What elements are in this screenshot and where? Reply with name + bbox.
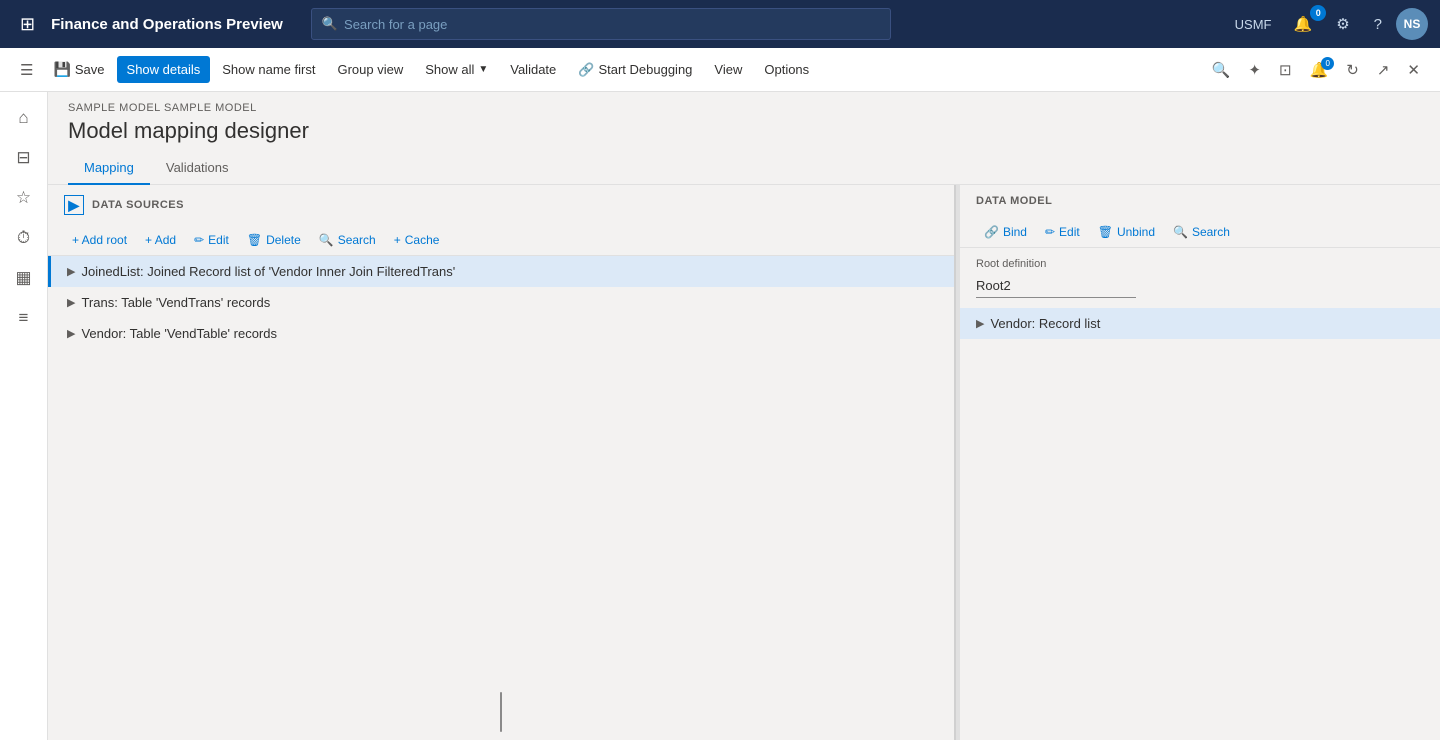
chevron-right-icon: ▶ bbox=[67, 265, 75, 278]
validate-button[interactable]: Validate bbox=[500, 56, 566, 83]
ds-search-button[interactable]: 🔍 Search bbox=[311, 229, 384, 251]
dm-item-vendor-recordlist[interactable]: ▶ Vendor: Record list bbox=[960, 308, 1440, 339]
datasources-list: ▶ JoinedList: Joined Record list of 'Ven… bbox=[48, 256, 954, 684]
help-button[interactable]: ? bbox=[1364, 10, 1392, 39]
two-panel: ▶ DATA SOURCES + Add root + Add ✏ Edit bbox=[48, 185, 1440, 740]
tab-validations[interactable]: Validations bbox=[150, 152, 245, 185]
search-input[interactable] bbox=[344, 17, 880, 32]
resize-handle[interactable] bbox=[48, 684, 954, 740]
collapse-nav-button[interactable]: ☰ bbox=[12, 55, 41, 85]
group-view-button[interactable]: Group view bbox=[327, 56, 413, 83]
save-button[interactable]: 💾 Save bbox=[43, 55, 114, 84]
tabs-container: Mapping Validations bbox=[48, 144, 1440, 185]
view-button[interactable]: View bbox=[704, 56, 752, 83]
close-button[interactable]: ✕ bbox=[1399, 55, 1428, 85]
sidebar-item-home[interactable]: ⌂ bbox=[6, 100, 42, 136]
unbind-button[interactable]: 🗑 Unbind bbox=[1090, 221, 1163, 243]
notification-bar-button[interactable]: 🔔 0 bbox=[1302, 55, 1337, 85]
ds-item-vendor[interactable]: ▶ Vendor: Table 'VendTable' records bbox=[48, 318, 954, 349]
content-area: SAMPLE MODEL SAMPLE MODEL Model mapping … bbox=[48, 92, 1440, 740]
top-bar: ⊞ Finance and Operations Preview 🔍 USMF … bbox=[0, 0, 1440, 48]
edit-button[interactable]: ✏ Edit bbox=[186, 229, 237, 251]
command-bar: ☰ 💾 Save Show details Show name first Gr… bbox=[0, 48, 1440, 92]
apps-grid-icon[interactable]: ⊞ bbox=[12, 10, 43, 39]
top-bar-right: USMF 🔔 0 ⚙ ? NS bbox=[1227, 8, 1428, 40]
app-title: Finance and Operations Preview bbox=[51, 16, 283, 33]
root-definition-section: Root definition bbox=[960, 248, 1440, 308]
left-sidebar: ⌂ ⊟ ☆ ⏱ ▦ ≡ bbox=[0, 92, 48, 740]
dm-edit-button[interactable]: ✏ Edit bbox=[1037, 221, 1088, 243]
link-icon: 🔗 bbox=[984, 225, 999, 239]
settings-button[interactable]: ⚙ bbox=[1326, 9, 1359, 39]
sidebar-item-recent[interactable]: ⏱ bbox=[6, 220, 42, 256]
plus-icon: + bbox=[394, 233, 401, 247]
global-search-box[interactable]: 🔍 bbox=[311, 8, 891, 40]
datamodel-header: DATA MODEL bbox=[960, 185, 1440, 217]
main-layout: ⌂ ⊟ ☆ ⏱ ▦ ≡ SAMPLE MODEL SAMPLE MODEL Mo… bbox=[0, 92, 1440, 740]
expand-icon: ▶ bbox=[68, 197, 79, 214]
chevron-right-icon: ▶ bbox=[67, 296, 75, 309]
datamodel-toolbar: 🔗 Bind ✏ Edit 🗑 Unbind 🔍 Search bbox=[960, 217, 1440, 248]
edit-icon: ✏ bbox=[1045, 225, 1055, 239]
ds-item-joinedlist[interactable]: ▶ JoinedList: Joined Record list of 'Ven… bbox=[48, 256, 954, 287]
sidebar-filter-icon[interactable]: ⊟ bbox=[6, 140, 42, 176]
dm-search-button[interactable]: 🔍 Search bbox=[1165, 221, 1238, 243]
cmd-badge: 0 bbox=[1321, 57, 1334, 70]
sidebar-item-workspaces[interactable]: ▦ bbox=[6, 260, 42, 296]
show-all-button[interactable]: Show all ▼ bbox=[415, 56, 498, 83]
bind-button[interactable]: 🔗 Bind bbox=[976, 221, 1035, 243]
tab-mapping[interactable]: Mapping bbox=[68, 152, 150, 185]
notification-badge: 0 bbox=[1310, 5, 1326, 21]
chevron-right-icon: ▶ bbox=[976, 317, 984, 330]
debug-icon: 🔗 bbox=[578, 62, 594, 78]
root-definition-input[interactable] bbox=[976, 274, 1136, 298]
breadcrumb: SAMPLE MODEL SAMPLE MODEL bbox=[48, 92, 1440, 114]
notifications-button[interactable]: 🔔 0 bbox=[1284, 9, 1323, 39]
refresh-button[interactable]: ↻ bbox=[1338, 55, 1367, 85]
company-label: USMF bbox=[1227, 17, 1280, 32]
start-debugging-button[interactable]: 🔗 Start Debugging bbox=[568, 56, 702, 84]
cache-button[interactable]: + Cache bbox=[386, 229, 448, 251]
add-root-button[interactable]: + Add root bbox=[64, 229, 135, 251]
datasources-header: ▶ DATA SOURCES bbox=[48, 185, 954, 225]
add-button[interactable]: + Add bbox=[137, 229, 184, 251]
root-definition-label: Root definition bbox=[976, 258, 1424, 270]
ds-item-trans[interactable]: ▶ Trans: Table 'VendTrans' records bbox=[48, 287, 954, 318]
delete-button[interactable]: 🗑 Delete bbox=[239, 229, 309, 251]
datamodel-panel: DATA MODEL 🔗 Bind ✏ Edit 🗑 Unbind bbox=[960, 185, 1440, 740]
open-new-button[interactable]: ↗ bbox=[1369, 55, 1398, 85]
options-button[interactable]: Options bbox=[754, 56, 819, 83]
datasources-panel: ▶ DATA SOURCES + Add root + Add ✏ Edit bbox=[48, 185, 956, 740]
save-icon: 💾 bbox=[53, 61, 70, 78]
edit-icon: ✏ bbox=[194, 233, 204, 247]
page-title: Model mapping designer bbox=[48, 114, 1440, 144]
delete-icon: 🗑 bbox=[247, 233, 262, 247]
show-details-button[interactable]: Show details bbox=[117, 56, 211, 83]
unbind-icon: 🗑 bbox=[1098, 225, 1113, 239]
search-icon: 🔍 bbox=[319, 233, 334, 247]
datamodel-list: ▶ Vendor: Record list bbox=[960, 308, 1440, 740]
command-bar-right: 🔍 ✦ ⊡ 🔔 0 ↻ ↗ ✕ bbox=[1204, 55, 1428, 85]
search-icon: 🔍 bbox=[1173, 225, 1188, 239]
show-name-button[interactable]: Show name first bbox=[212, 56, 325, 83]
search-icon: 🔍 bbox=[322, 16, 338, 32]
sidebar-item-modules[interactable]: ≡ bbox=[6, 300, 42, 336]
chevron-down-icon: ▼ bbox=[478, 64, 488, 75]
expand-datasources-button[interactable]: ▶ bbox=[64, 195, 84, 215]
fullscreen-button[interactable]: ⊡ bbox=[1271, 55, 1300, 85]
search-page-button[interactable]: 🔍 bbox=[1204, 55, 1239, 85]
datasources-toolbar: + Add root + Add ✏ Edit 🗑 Delete 🔍 bbox=[48, 225, 954, 256]
chevron-right-icon: ▶ bbox=[67, 327, 75, 340]
sidebar-item-favorites[interactable]: ☆ bbox=[6, 180, 42, 216]
user-avatar[interactable]: NS bbox=[1396, 8, 1428, 40]
personalize-button[interactable]: ✦ bbox=[1240, 55, 1269, 85]
